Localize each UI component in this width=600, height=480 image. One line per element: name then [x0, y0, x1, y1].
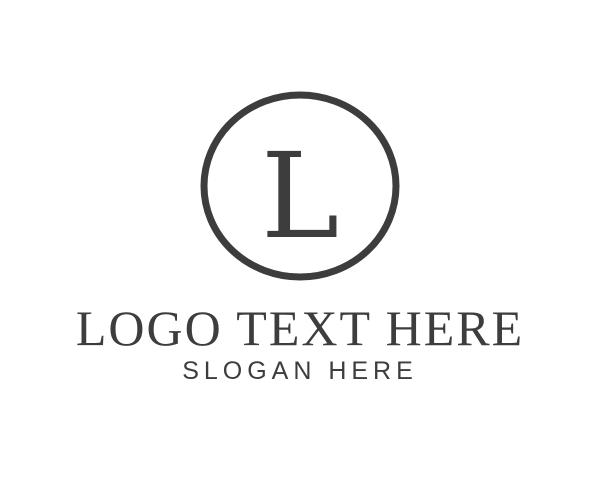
- logo-canvas: L LOGO TEXT HERE SLOGAN HERE: [0, 0, 600, 480]
- monogram-letter: L: [261, 127, 339, 265]
- circle-ring-emblem: L: [200, 91, 400, 281]
- logo-emblem: L: [200, 91, 400, 281]
- slogan-text: SLOGAN HERE: [182, 357, 418, 385]
- company-name: LOGO TEXT HERE: [75, 300, 525, 356]
